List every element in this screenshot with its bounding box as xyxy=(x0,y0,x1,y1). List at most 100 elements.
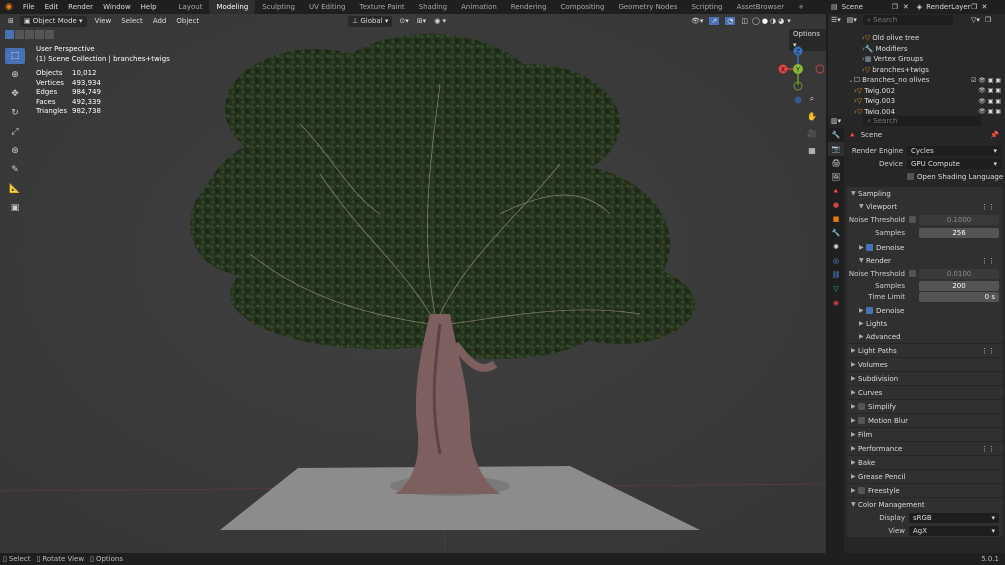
transform-tool-icon[interactable]: ⊛ xyxy=(5,143,25,159)
tab-shading[interactable]: Shading xyxy=(412,0,454,14)
data-tab-icon[interactable]: ▽ xyxy=(828,282,844,296)
menu-help[interactable]: Help xyxy=(136,0,162,14)
scene-icon[interactable]: ▤ xyxy=(831,3,838,11)
presets-icon[interactable]: ⋮⋮ xyxy=(981,203,995,211)
freestyle-panel[interactable]: ▶ Freestyle xyxy=(847,484,1003,497)
camera-icon[interactable]: 🎥 xyxy=(805,126,819,140)
pivot-icon[interactable]: ⊙▾ xyxy=(399,17,408,25)
select-extend-icon[interactable] xyxy=(15,30,24,39)
blender-logo-icon[interactable]: ◉ xyxy=(0,2,18,12)
film-panel[interactable]: ▶ Film xyxy=(847,428,1003,441)
device-dropdown[interactable]: GPU Compute ▾ xyxy=(907,158,1001,169)
render-layer-name[interactable]: RenderLayer xyxy=(926,3,971,11)
view-dropdown[interactable]: AgX ▾ xyxy=(909,525,999,536)
motion-blur-checkbox[interactable] xyxy=(858,417,865,424)
freestyle-checkbox[interactable] xyxy=(858,487,865,494)
viewport-menu-select[interactable]: Select xyxy=(116,14,148,28)
close-layer-icon[interactable]: ✕ xyxy=(981,3,987,11)
copy-scene-icon[interactable]: ❐ xyxy=(892,3,898,11)
r-samples-field[interactable]: 200 xyxy=(919,280,999,291)
grease-pencil-panel[interactable]: ▶ Grease Pencil xyxy=(847,470,1003,483)
outliner-search-input[interactable]: ⌕ Search xyxy=(862,15,953,25)
display-mode-icon[interactable]: ▤▾ xyxy=(847,16,857,24)
material-tab-icon[interactable]: ◉ xyxy=(828,296,844,310)
chevron-right-icon[interactable]: ▶ xyxy=(859,244,866,251)
sampling-header[interactable]: ▼ Sampling xyxy=(847,187,1003,200)
outliner-row[interactable]: › ▽ branches+twigs xyxy=(828,65,1005,76)
scale-tool-icon[interactable]: ⤢ xyxy=(5,124,25,140)
simplify-panel[interactable]: ▶ Simplify xyxy=(847,400,1003,413)
scene-tab-icon[interactable]: 🔺 xyxy=(828,184,844,198)
vp-noise-threshold-checkbox[interactable] xyxy=(909,216,916,223)
outliner-row[interactable]: › ▦ Vertex Groups xyxy=(828,54,1005,65)
output-tab-icon[interactable]: 🖨 xyxy=(828,156,844,170)
viewport-menu-add[interactable]: Add xyxy=(148,14,172,28)
visibility-toggles[interactable]: ☑ 👁 ▣ ▣ xyxy=(971,77,1001,84)
subdivision-panel[interactable]: ▶ Subdivision xyxy=(847,372,1003,385)
outliner-row[interactable]: › ▽ Twig.004 👁 ▣ ▣ xyxy=(828,107,1005,114)
display-dropdown[interactable]: sRGB ▾ xyxy=(909,512,999,523)
outliner-row[interactable]: ⌄ ☐ Branches_no olives ☑ 👁 ▣ ▣ xyxy=(828,75,1005,86)
copy-layer-icon[interactable]: ❐ xyxy=(971,3,977,11)
menu-render[interactable]: Render xyxy=(63,0,98,14)
render-layer-icon[interactable]: ◈ xyxy=(917,3,922,11)
rotate-tool-icon[interactable]: ↻ xyxy=(5,105,25,121)
pin-icon[interactable]: 📌 xyxy=(990,131,999,139)
bake-panel[interactable]: ▶ Bake xyxy=(847,456,1003,469)
viewport-subheader[interactable]: ▼ Viewport ⋮⋮ xyxy=(847,200,1003,213)
annotate-tool-icon[interactable]: ✎ xyxy=(5,162,25,178)
select-box-tool-icon[interactable]: ⬚ xyxy=(5,48,25,64)
menu-file[interactable]: File xyxy=(18,0,40,14)
curves-panel[interactable]: ▶ Curves xyxy=(847,386,1003,399)
tab-sculpting[interactable]: Sculpting xyxy=(255,0,302,14)
close-icon[interactable]: ✕ xyxy=(903,3,909,11)
tab-rendering[interactable]: Rendering xyxy=(504,0,554,14)
tab-layout[interactable]: Layout xyxy=(172,0,210,14)
lights-subpanel[interactable]: ▶ Lights xyxy=(847,317,1003,330)
presets-icon[interactable]: ⋮⋮ xyxy=(981,445,995,453)
overlay-toggle-icon[interactable]: ◔ xyxy=(725,17,736,25)
tool-tab-icon[interactable]: 🔧 xyxy=(828,128,844,142)
outliner-row[interactable]: › ▽ Twig.003 👁 ▣ ▣ xyxy=(828,96,1005,107)
select-intersect-icon[interactable] xyxy=(45,30,54,39)
measure-tool-icon[interactable]: 📐 xyxy=(5,181,25,197)
move-tool-icon[interactable]: ✥ xyxy=(5,86,25,102)
solid-shading-icon[interactable]: ● xyxy=(762,17,768,25)
world-tab-icon[interactable]: ● xyxy=(828,198,844,212)
material-shading-icon[interactable]: ◑ xyxy=(770,17,776,25)
object-tab-icon[interactable]: ■ xyxy=(828,212,844,226)
render-engine-dropdown[interactable]: Cycles ▾ xyxy=(907,145,1001,156)
tab-geometry-nodes[interactable]: Geometry Nodes xyxy=(611,0,684,14)
mode-dropdown[interactable]: ▣ Object Mode ▾ xyxy=(19,15,87,27)
simplify-checkbox[interactable] xyxy=(858,403,865,410)
viewport-menu-object[interactable]: Object xyxy=(171,14,204,28)
properties-editor-icon[interactable]: ▥▾ xyxy=(831,117,841,125)
volumes-panel[interactable]: ▶ Volumes xyxy=(847,358,1003,371)
xray-icon[interactable]: ◫ xyxy=(741,17,748,25)
advanced-subpanel[interactable]: ▶ Advanced xyxy=(847,330,1003,343)
motion-blur-panel[interactable]: ▶ Motion Blur xyxy=(847,414,1003,427)
properties-search-input[interactable]: ⌕ Search xyxy=(863,116,982,126)
view-layer-tab-icon[interactable]: 🖼 xyxy=(828,170,844,184)
tab-compositing[interactable]: Compositing xyxy=(554,0,612,14)
tab-uv-editing[interactable]: UV Editing xyxy=(302,0,353,14)
outliner-row[interactable]: › ▽ Twig.002 👁 ▣ ▣ xyxy=(828,86,1005,97)
visibility-icon[interactable]: 👁▾ xyxy=(691,17,703,25)
render-subheader[interactable]: ▼ Render ⋮⋮ xyxy=(847,254,1003,267)
select-subtract-icon[interactable] xyxy=(25,30,34,39)
editor-type-icon[interactable]: ⊞ xyxy=(8,17,14,25)
time-limit-field[interactable]: 0 s xyxy=(919,291,999,302)
3d-viewport[interactable]: ⊞ ▣ Object Mode ▾ View Select Add Object ⊥ … xyxy=(0,14,826,553)
perspective-grid-icon[interactable]: ▦ xyxy=(805,143,819,157)
scene-name[interactable]: Scene xyxy=(842,3,892,11)
outliner-editor-icon[interactable]: ☰▾ xyxy=(831,16,841,24)
wireframe-shading-icon[interactable]: ◯ xyxy=(752,17,760,25)
presets-icon[interactable]: ⋮⋮ xyxy=(981,347,995,355)
tab-animation[interactable]: Animation xyxy=(454,0,504,14)
new-collection-icon[interactable]: ❐ xyxy=(985,16,991,24)
tab-assetbrowser[interactable]: AssetBrowser xyxy=(730,0,792,14)
constraints-tab-icon[interactable]: ⛓ xyxy=(828,268,844,282)
add-cube-tool-icon[interactable]: ▣ xyxy=(5,200,25,216)
tab-modeling[interactable]: Modeling xyxy=(209,0,256,14)
zoom-icon[interactable]: ⌕ xyxy=(805,92,819,106)
